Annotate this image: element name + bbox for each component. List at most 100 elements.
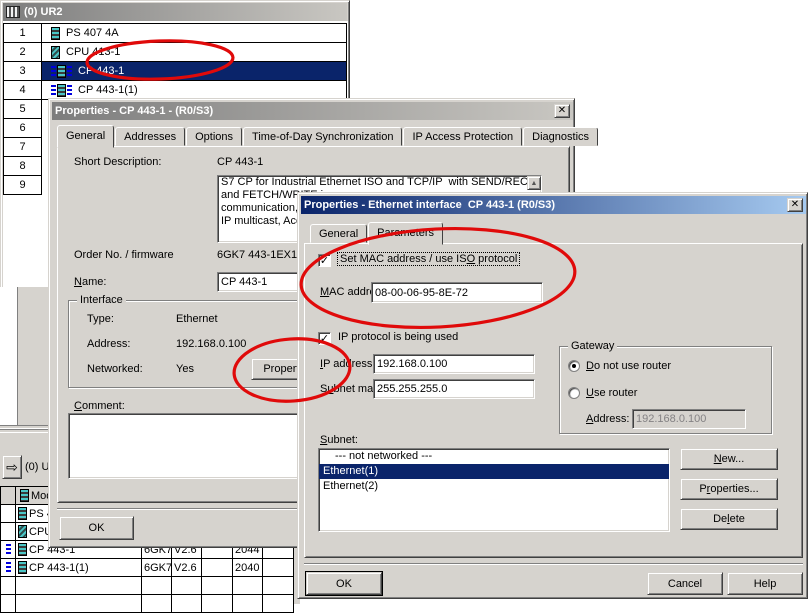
module-name: CP 443-1(1) [29, 562, 89, 574]
order-cell: 6GK7 [142, 559, 172, 576]
comment-label: Comment: [74, 400, 125, 412]
eth-dialog-tabs: General Parameters [310, 222, 444, 243]
ip-protocol-checkbox-label[interactable]: IP protocol is being used [338, 331, 458, 343]
scroll-up-button[interactable]: ▲ [527, 176, 541, 190]
rack-slot-row[interactable]: 2 CPU 413-1 [3, 43, 347, 62]
mac-address-input[interactable] [371, 282, 543, 303]
short-description-value: CP 443-1 [217, 156, 263, 168]
slot-number: 1 [4, 24, 42, 43]
qaddr-cell [263, 559, 294, 576]
right-arrow-icon: ⇨ [6, 460, 18, 474]
cp-dialog-tabs: General Addresses Options Time-of-Day Sy… [57, 125, 599, 146]
mpi-cell [202, 559, 233, 576]
interface-address-value: 192.168.0.100 [176, 338, 246, 350]
do-not-use-router-radio[interactable] [568, 360, 580, 372]
firmware-cell: V2.6 [172, 559, 202, 576]
ps-module-icon [51, 27, 60, 40]
ip-address-label: IP address: [320, 358, 375, 370]
eth-dialog-separator [304, 563, 803, 565]
gateway-address-input [632, 409, 746, 429]
close-icon[interactable]: ✕ [554, 104, 570, 118]
close-icon[interactable]: ✕ [787, 198, 803, 212]
module-table-row[interactable]: CP 443-1(1) 6GK7 V2.6 2040 [0, 559, 294, 577]
name-label: Name: [74, 276, 106, 288]
module-table-row[interactable] [0, 577, 294, 595]
slot-number: 6 [4, 119, 42, 138]
tab-ip-access-protection[interactable]: IP Access Protection [403, 127, 522, 146]
eth-dialog-titlebar[interactable]: Properties - Ethernet interface CP 443-1… [301, 196, 806, 214]
rack-window-titlebar[interactable]: (0) UR2 [3, 3, 347, 21]
cp-dialog-title: Properties - CP 443-1 - (R0/S3) [55, 105, 213, 117]
cpu-module-icon [51, 46, 60, 59]
description-line: S7 CP for Industrial Ethernet ISO and TC… [218, 176, 541, 189]
slot-number: 4 [4, 81, 42, 100]
new-subnet-button[interactable]: New... [680, 448, 778, 470]
gateway-groupbox: Gateway Do not use router Use router Add… [559, 346, 772, 434]
rack-icon [6, 6, 20, 18]
tab-options[interactable]: Options [186, 127, 242, 146]
short-description-label: Short Description: [74, 156, 161, 168]
eth-ok-button[interactable]: OK [306, 572, 382, 595]
ip-protocol-checkbox[interactable]: ✓ [318, 332, 331, 345]
subnet-properties-button[interactable]: Properties... [680, 478, 778, 500]
cp-module-icon [51, 65, 72, 78]
rack-slot-row[interactable]: 1 PS 407 4A [3, 24, 347, 43]
eth-cancel-button[interactable]: Cancel [647, 572, 723, 595]
iaddr-cell: 2040 [233, 559, 263, 576]
station-window-left-edge [0, 287, 18, 425]
cpu-module-icon [18, 525, 27, 538]
cp-module-icon [18, 543, 27, 556]
rack-slot-row-selected[interactable]: 3 CP 443-1 [3, 62, 347, 81]
cp-dialog-titlebar[interactable]: Properties - CP 443-1 - (R0/S3) ✕ [52, 102, 573, 120]
mac-checkbox-label[interactable]: Set MAC address / use ISO protocol [338, 253, 519, 265]
cp-module-icon [18, 561, 27, 574]
subnet-listbox[interactable]: --- not networked --- Ethernet(1) Ethern… [318, 448, 670, 532]
slot-number: 5 [4, 100, 42, 119]
do-not-use-router-label[interactable]: Do not use router [586, 360, 671, 372]
tab-general[interactable]: General [57, 125, 114, 148]
ps-module-icon [18, 507, 27, 520]
cp-connector-icon [6, 544, 11, 555]
slot-number: 2 [4, 43, 42, 62]
scroll-up-icon: ▲ [531, 180, 538, 187]
mac-checkbox[interactable]: ✓ [318, 254, 331, 267]
subnet-list-item-selected[interactable]: Ethernet(1) [319, 464, 669, 479]
interface-type-value: Ethernet [176, 313, 218, 325]
tab-time-of-day-synchronization[interactable]: Time-of-Day Synchronization [243, 127, 402, 146]
module-label: CP 443-1 [78, 65, 124, 77]
module-label: CPU 413-1 [66, 46, 120, 58]
tab-parameters[interactable]: Parameters [368, 222, 443, 245]
cp-ok-button[interactable]: OK [59, 516, 134, 540]
subnet-list-item[interactable]: --- not networked --- [319, 449, 669, 464]
use-router-label[interactable]: Use router [586, 387, 637, 399]
interface-networked-value: Yes [176, 363, 194, 375]
tab-diagnostics[interactable]: Diagnostics [523, 127, 598, 146]
eth-dialog-title: Properties - Ethernet interface CP 443-1… [304, 199, 555, 211]
slot-number: 3 [4, 62, 42, 81]
tab-addresses[interactable]: Addresses [115, 127, 185, 146]
station-arrow-button[interactable]: ⇨ [2, 455, 22, 479]
ip-address-input[interactable] [373, 354, 535, 374]
subnet-label: Subnet: [320, 434, 358, 446]
gateway-address-label: Address: [586, 413, 629, 425]
cp-module-icon [51, 84, 72, 97]
slot-number: 8 [4, 157, 42, 176]
cp-connector-icon [6, 562, 11, 573]
module-label: CP 443-1(1) [78, 84, 138, 96]
rack-window-title: (0) UR2 [24, 6, 63, 18]
tab-general[interactable]: General [310, 224, 367, 243]
interface-networked-label: Networked: [87, 363, 143, 375]
slot-number: 7 [4, 138, 42, 157]
module-table-row[interactable] [0, 595, 294, 613]
use-router-radio[interactable] [568, 387, 580, 399]
eth-parameters-tabpage: ✓ Set MAC address / use ISO protocol MAC… [304, 243, 803, 558]
interface-group-legend: Interface [77, 294, 126, 306]
interface-type-label: Type: [87, 313, 114, 325]
order-number-label: Order No. / firmware [74, 249, 174, 261]
module-label: PS 407 4A [66, 27, 119, 39]
eth-help-button[interactable]: Help [727, 572, 803, 595]
subnet-list-item[interactable]: Ethernet(2) [319, 479, 669, 494]
subnet-mask-input[interactable] [373, 379, 535, 399]
delete-subnet-button[interactable]: Delete [680, 508, 778, 530]
gateway-group-legend: Gateway [568, 340, 617, 352]
